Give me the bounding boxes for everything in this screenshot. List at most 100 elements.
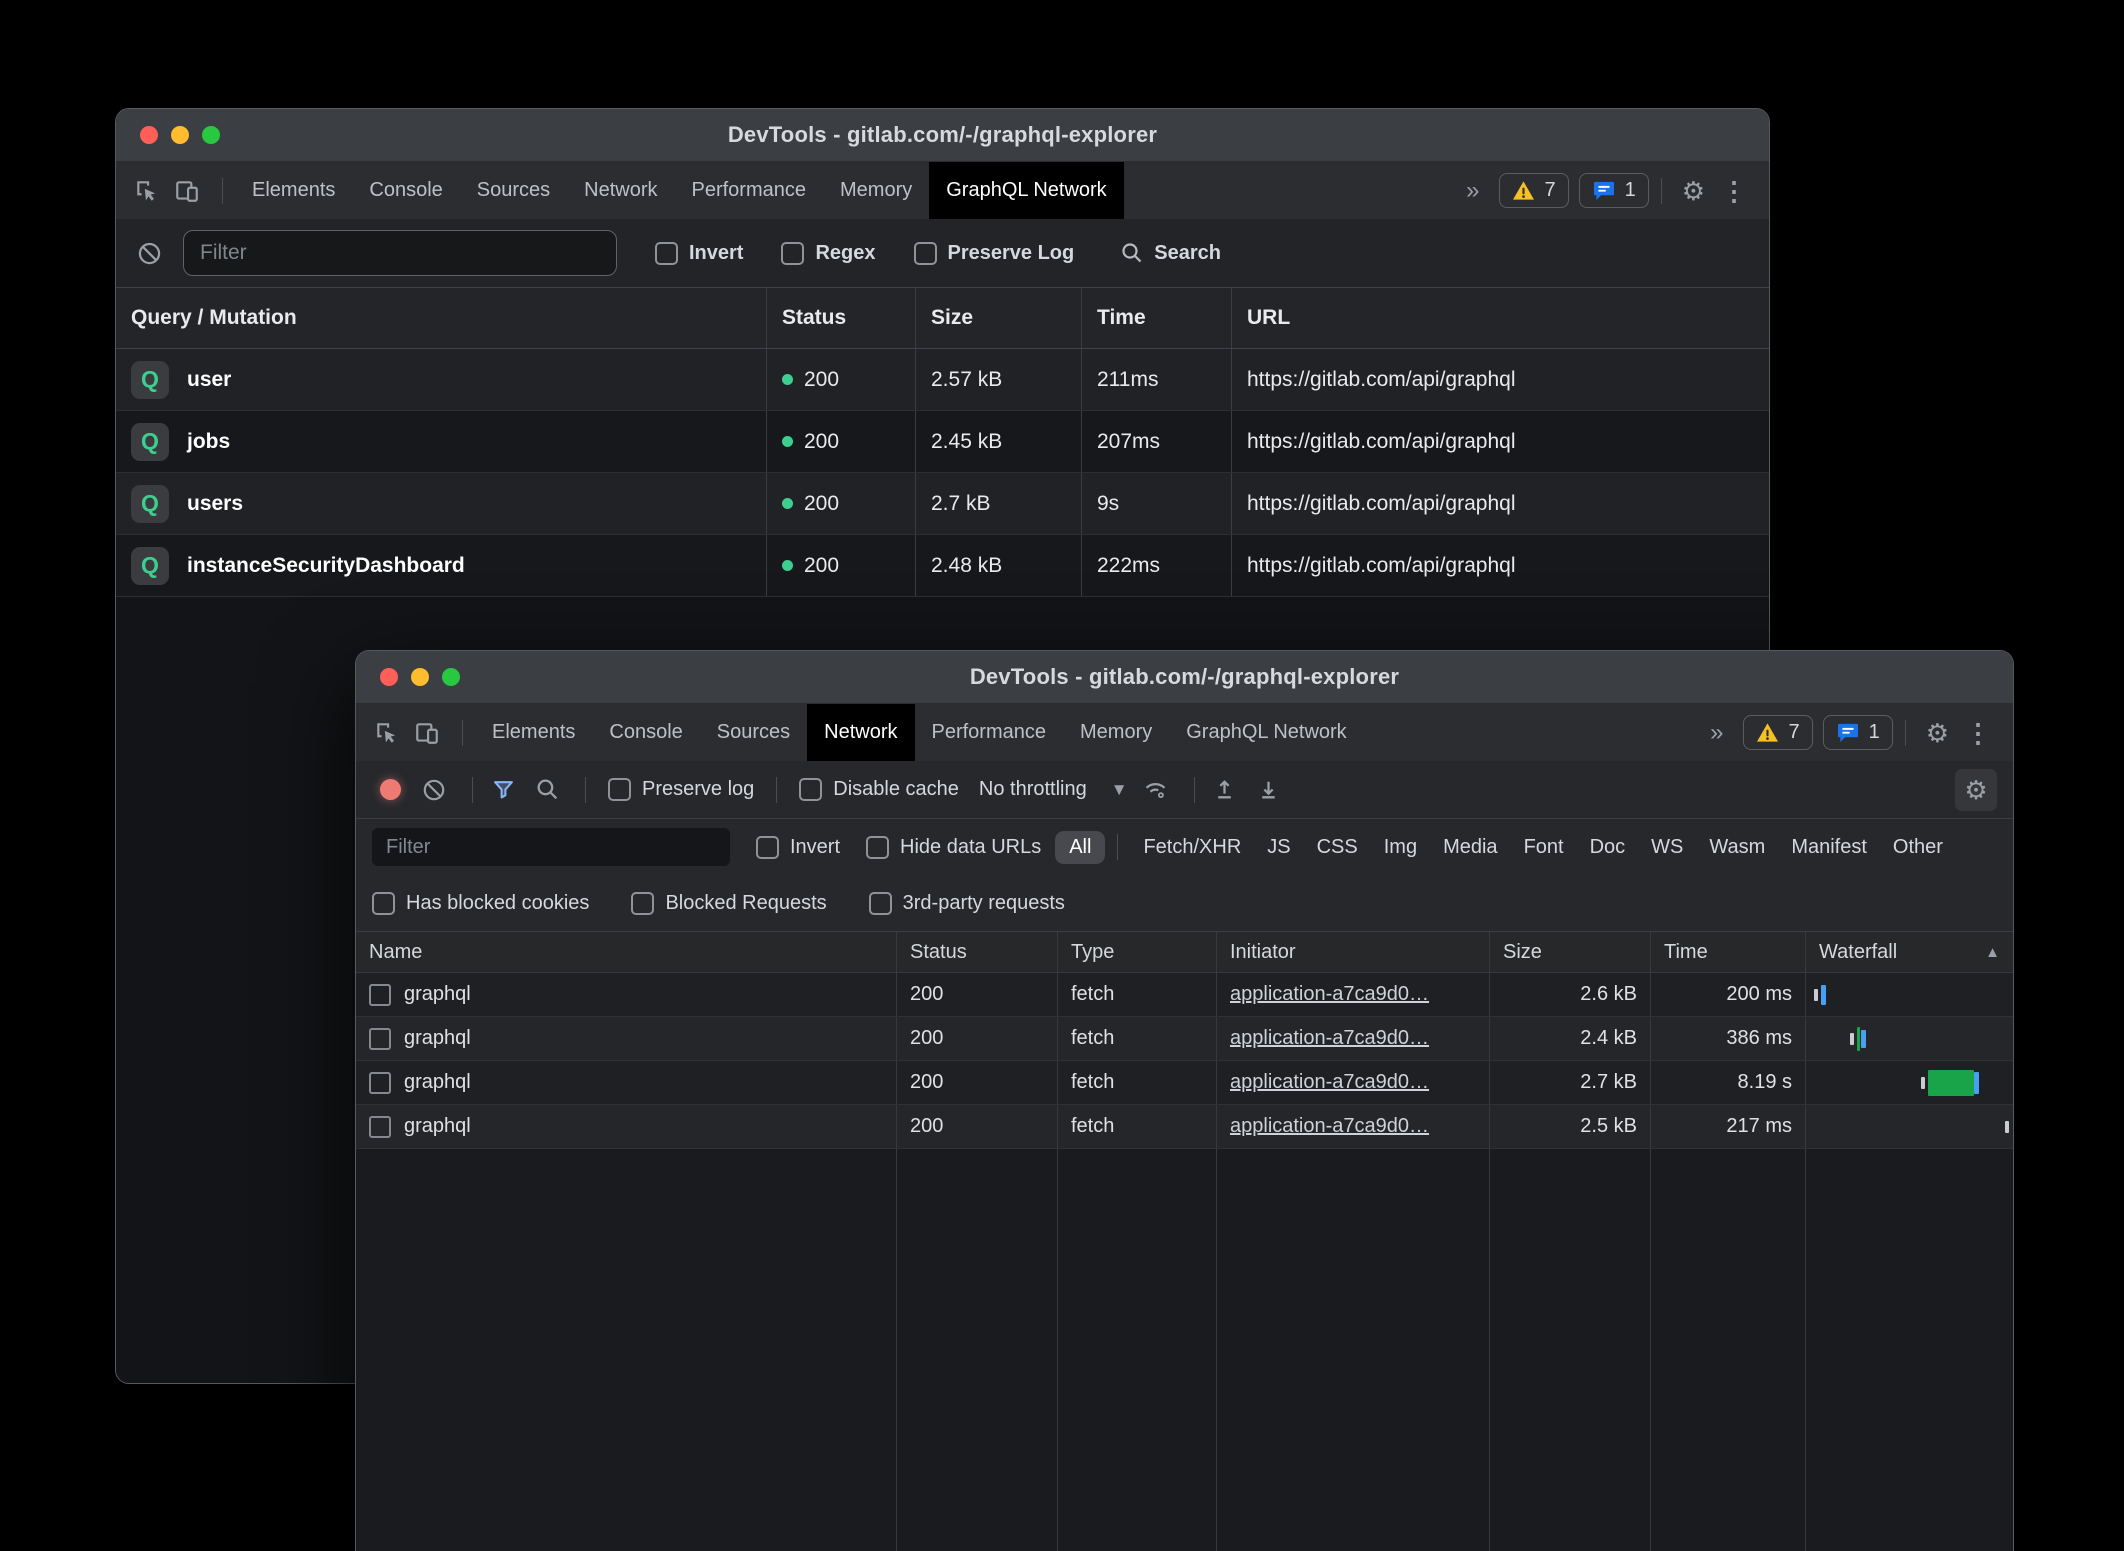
filter-input[interactable] bbox=[183, 230, 617, 276]
column-header-time[interactable]: Time bbox=[1650, 932, 1805, 972]
issues-badge[interactable]: 1 bbox=[1823, 715, 1893, 750]
row-checkbox[interactable] bbox=[369, 1072, 391, 1094]
type-filter-doc[interactable]: Doc bbox=[1577, 831, 1639, 864]
more-tabs-icon[interactable]: » bbox=[1466, 179, 1479, 203]
warnings-badge[interactable]: 7 bbox=[1499, 173, 1568, 208]
network-request-row[interactable]: graphql200fetchapplication-a7ca9d0…2.6 k… bbox=[356, 973, 2013, 1017]
column-header-waterfall[interactable]: Waterfall▲ bbox=[1805, 932, 2013, 972]
warnings-badge[interactable]: 7 bbox=[1743, 715, 1812, 750]
type-filter-css[interactable]: CSS bbox=[1304, 831, 1371, 864]
column-header-size[interactable]: Size bbox=[915, 288, 1081, 348]
initiator-link[interactable]: application-a7ca9d0… bbox=[1230, 1027, 1429, 1050]
column-header-initiator[interactable]: Initiator bbox=[1216, 932, 1489, 972]
tab-graphql-network[interactable]: GraphQL Network bbox=[1169, 704, 1363, 761]
type-filter-img[interactable]: Img bbox=[1371, 831, 1430, 864]
network-request-row[interactable]: graphql200fetchapplication-a7ca9d0…2.7 k… bbox=[356, 1061, 2013, 1105]
filter-funnel-icon[interactable] bbox=[485, 772, 521, 808]
minimize-button[interactable] bbox=[171, 126, 189, 144]
checkbox-preserve-log[interactable]: Preserve log bbox=[608, 778, 754, 801]
row-checkbox[interactable] bbox=[369, 1028, 391, 1050]
checkbox-label: Preserve log bbox=[642, 778, 754, 801]
tab-console[interactable]: Console bbox=[592, 704, 699, 761]
network-conditions-icon[interactable] bbox=[1138, 772, 1174, 808]
checkbox-regex[interactable]: Regex bbox=[781, 242, 875, 265]
column-header-query-mutation[interactable]: Query / Mutation bbox=[116, 288, 766, 348]
block-icon[interactable] bbox=[136, 240, 163, 267]
issues-badge[interactable]: 1 bbox=[1579, 173, 1649, 208]
column-header-size[interactable]: Size bbox=[1489, 932, 1650, 972]
minimize-button[interactable] bbox=[411, 668, 429, 686]
settings-gear-icon[interactable]: ⚙ bbox=[1926, 720, 1949, 746]
tab-graphql-network[interactable]: GraphQL Network bbox=[929, 162, 1123, 219]
tab-sources[interactable]: Sources bbox=[700, 704, 807, 761]
tab-performance[interactable]: Performance bbox=[675, 162, 824, 219]
network-settings-button[interactable]: ⚙ bbox=[1955, 769, 1997, 811]
column-header-type[interactable]: Type bbox=[1057, 932, 1216, 972]
close-button[interactable] bbox=[380, 668, 398, 686]
cell-type: fetch bbox=[1057, 973, 1216, 1016]
type-filter-media[interactable]: Media bbox=[1430, 831, 1510, 864]
type-filter-fetch-xhr[interactable]: Fetch/XHR bbox=[1130, 831, 1254, 864]
clear-network-log-icon[interactable] bbox=[416, 772, 452, 808]
tab-console[interactable]: Console bbox=[352, 162, 459, 219]
row-checkbox[interactable] bbox=[369, 1116, 391, 1138]
column-header-url[interactable]: URL bbox=[1231, 288, 1769, 348]
row-checkbox[interactable] bbox=[369, 984, 391, 1006]
tab-network[interactable]: Network bbox=[567, 162, 674, 219]
export-har-icon[interactable] bbox=[1251, 772, 1287, 808]
column-header-status[interactable]: Status bbox=[766, 288, 915, 348]
initiator-link[interactable]: application-a7ca9d0… bbox=[1230, 983, 1429, 1006]
checkbox-preserve-log[interactable]: Preserve Log bbox=[914, 242, 1075, 265]
close-button[interactable] bbox=[140, 126, 158, 144]
initiator-link[interactable]: application-a7ca9d0… bbox=[1230, 1115, 1429, 1138]
initiator-link[interactable]: application-a7ca9d0… bbox=[1230, 1071, 1429, 1094]
checkbox-hide-data-urls[interactable]: Hide data URLs bbox=[866, 836, 1041, 859]
type-filter-all[interactable]: All bbox=[1055, 831, 1105, 864]
type-filter-js[interactable]: JS bbox=[1254, 831, 1303, 864]
tab-performance[interactable]: Performance bbox=[915, 704, 1064, 761]
column-header-status[interactable]: Status bbox=[896, 932, 1057, 972]
checkbox-invert[interactable]: Invert bbox=[655, 242, 743, 265]
graphql-request-row[interactable]: Quser2002.57 kB211mshttps://gitlab.com/a… bbox=[116, 349, 1769, 411]
throttling-dropdown[interactable]: No throttling ▼ bbox=[979, 778, 1128, 801]
checkbox-3rd-party-requests[interactable]: 3rd-party requests bbox=[869, 892, 1065, 915]
type-filter-ws[interactable]: WS bbox=[1638, 831, 1696, 864]
search-control[interactable]: Search bbox=[1120, 241, 1221, 265]
kebab-menu-icon[interactable]: ⋮ bbox=[1965, 720, 1991, 746]
tab-network[interactable]: Network bbox=[807, 704, 914, 761]
type-filter-wasm[interactable]: Wasm bbox=[1696, 831, 1778, 864]
device-toolbar-icon[interactable] bbox=[170, 174, 204, 208]
type-filter-manifest[interactable]: Manifest bbox=[1778, 831, 1880, 864]
zoom-button[interactable] bbox=[442, 668, 460, 686]
graphql-request-row[interactable]: Qjobs2002.45 kB207mshttps://gitlab.com/a… bbox=[116, 411, 1769, 473]
device-toolbar-icon[interactable] bbox=[410, 716, 444, 750]
type-filter-other[interactable]: Other bbox=[1880, 831, 1956, 864]
cell-waterfall bbox=[1805, 973, 2013, 1016]
inspect-element-icon[interactable] bbox=[370, 716, 404, 750]
network-filter-input[interactable] bbox=[372, 828, 730, 866]
inspect-element-icon[interactable] bbox=[130, 174, 164, 208]
network-request-row[interactable]: graphql200fetchapplication-a7ca9d0…2.5 k… bbox=[356, 1105, 2013, 1149]
column-header-name[interactable]: Name bbox=[356, 932, 896, 972]
search-icon[interactable] bbox=[529, 772, 565, 808]
settings-gear-icon[interactable]: ⚙ bbox=[1682, 178, 1705, 204]
checkbox-has-blocked-cookies[interactable]: Has blocked cookies bbox=[372, 892, 589, 915]
more-tabs-icon[interactable]: » bbox=[1710, 721, 1723, 745]
graphql-request-row[interactable]: QinstanceSecurityDashboard2002.48 kB222m… bbox=[116, 535, 1769, 597]
tab-elements[interactable]: Elements bbox=[475, 704, 592, 761]
zoom-button[interactable] bbox=[202, 126, 220, 144]
column-header-time[interactable]: Time bbox=[1081, 288, 1231, 348]
import-har-icon[interactable] bbox=[1207, 772, 1243, 808]
tab-sources[interactable]: Sources bbox=[460, 162, 567, 219]
graphql-request-row[interactable]: Qusers2002.7 kB9shttps://gitlab.com/api/… bbox=[116, 473, 1769, 535]
checkbox-invert[interactable]: Invert bbox=[756, 836, 840, 859]
checkbox-blocked-requests[interactable]: Blocked Requests bbox=[631, 892, 826, 915]
kebab-menu-icon[interactable]: ⋮ bbox=[1721, 178, 1747, 204]
tab-memory[interactable]: Memory bbox=[823, 162, 929, 219]
checkbox-disable-cache[interactable]: Disable cache bbox=[799, 778, 959, 801]
tab-memory[interactable]: Memory bbox=[1063, 704, 1169, 761]
tab-elements[interactable]: Elements bbox=[235, 162, 352, 219]
record-network-log-button[interactable] bbox=[372, 772, 408, 808]
network-request-row[interactable]: graphql200fetchapplication-a7ca9d0…2.4 k… bbox=[356, 1017, 2013, 1061]
type-filter-font[interactable]: Font bbox=[1511, 831, 1577, 864]
